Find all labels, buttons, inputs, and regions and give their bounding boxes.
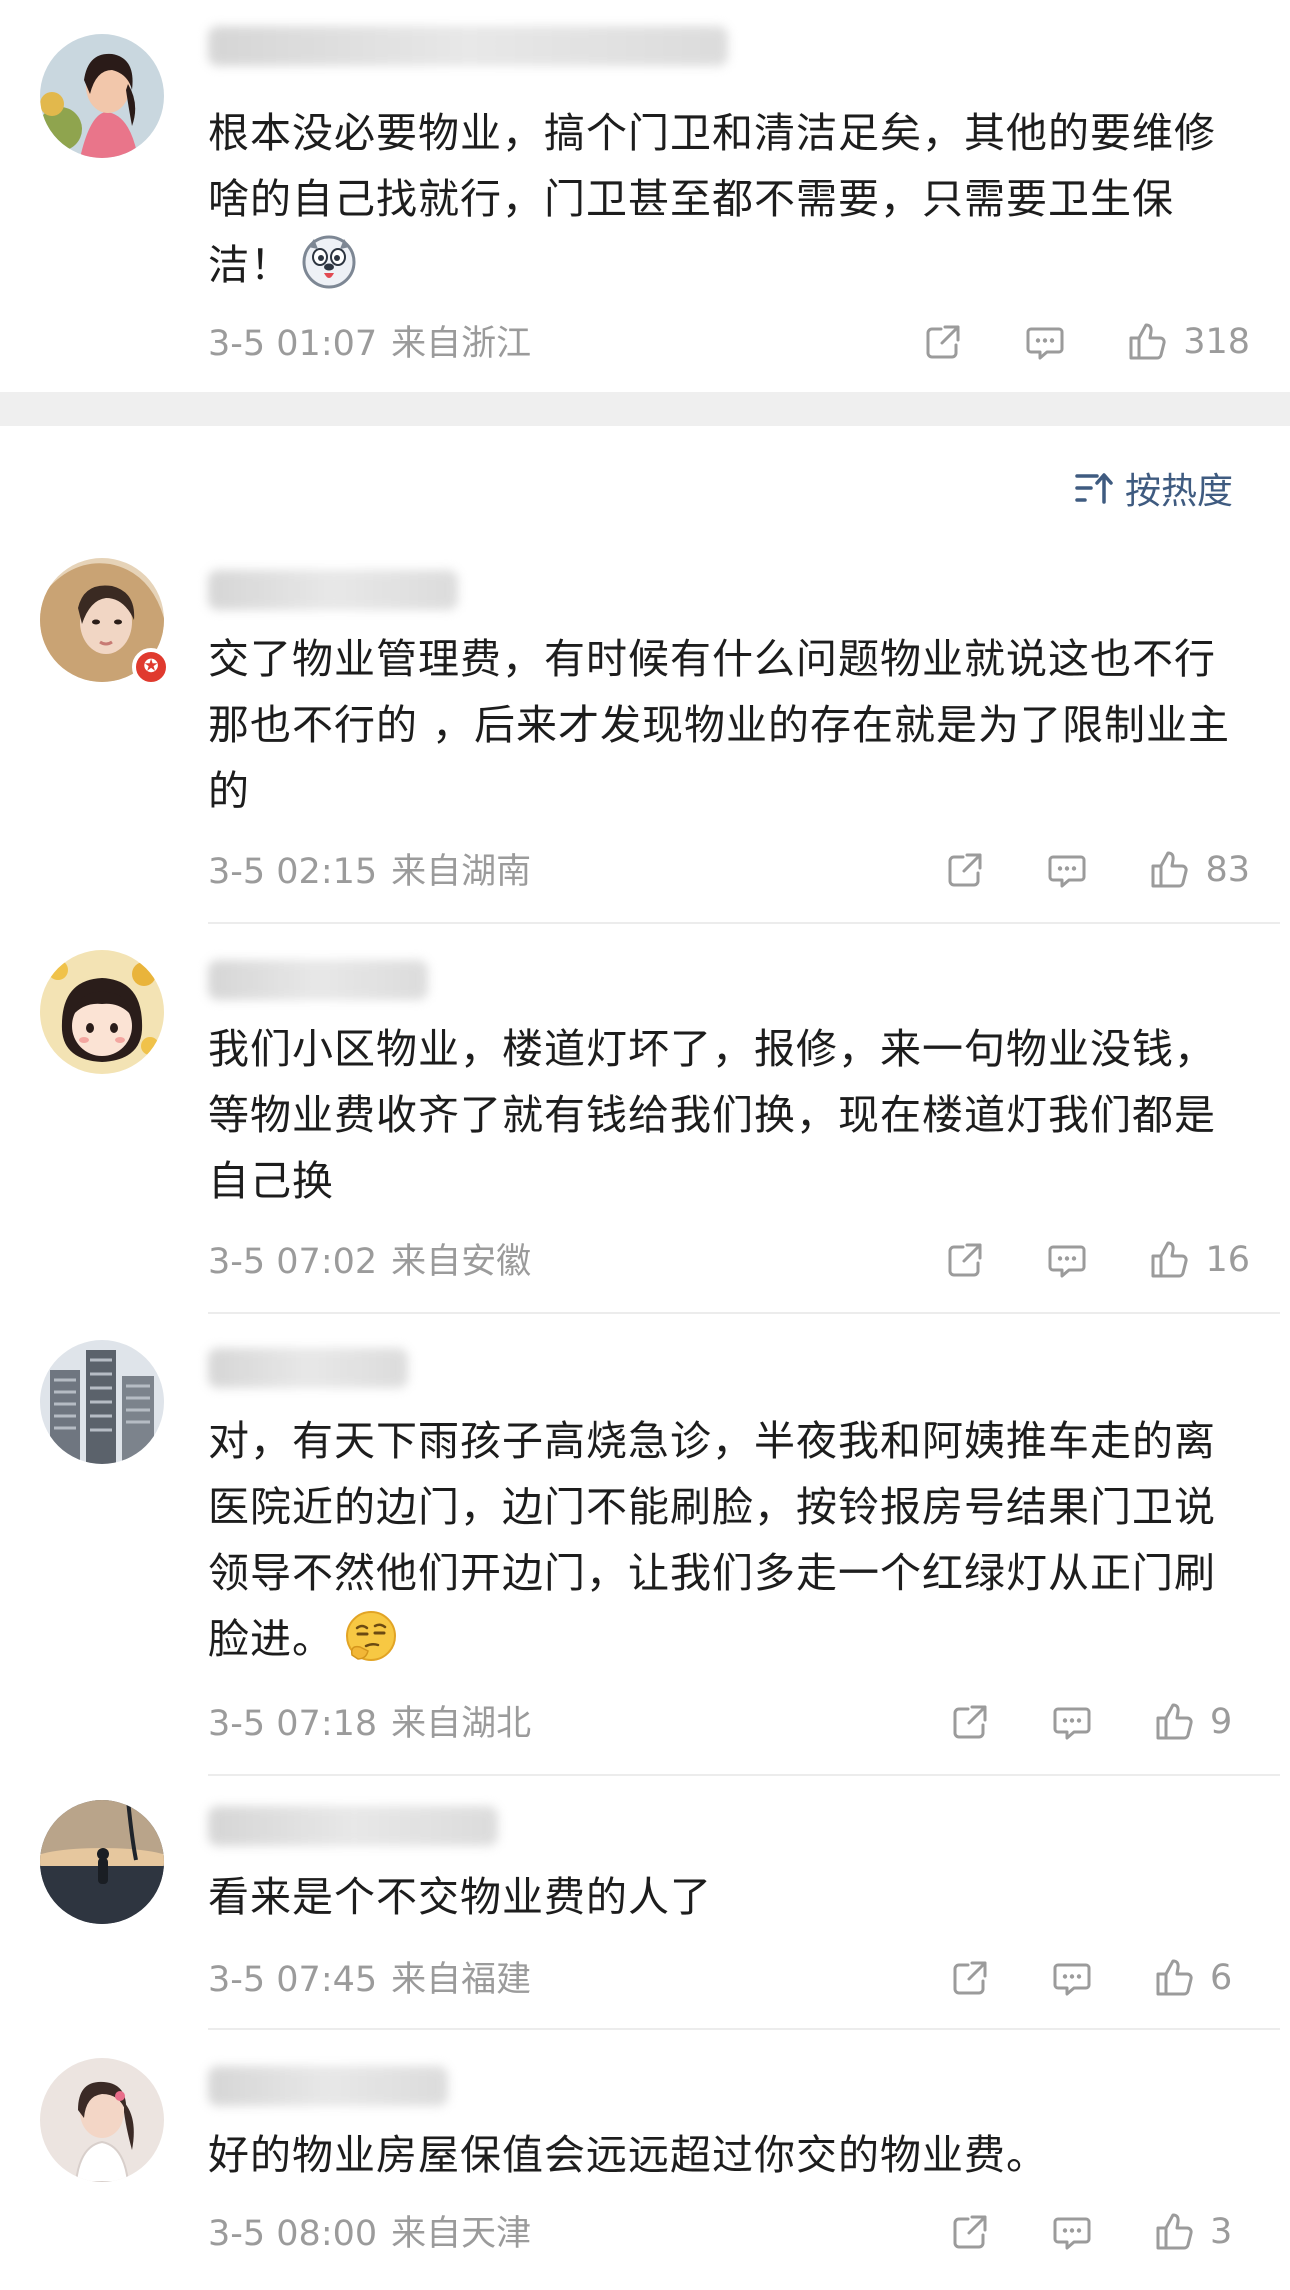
thumbs-up-icon[interactable] (1147, 1238, 1191, 1282)
comment-date: 3-5 01:07 (208, 324, 378, 364)
section-separator (0, 392, 1290, 426)
username-blurred[interactable] (208, 26, 728, 66)
thumbs-up-icon[interactable] (1152, 1956, 1196, 2000)
comment-actions: 6 (948, 1954, 1250, 2002)
comment-meta: 3-5 07:45 来自福建 (208, 1958, 531, 2002)
comment-location: 来自浙江 (391, 324, 532, 364)
comment-date: 3-5 07:18 (208, 1704, 378, 1744)
thumbs-up-icon[interactable] (1152, 1700, 1196, 1744)
comment-location: 来自天津 (391, 2214, 532, 2254)
sort-icon (1075, 473, 1113, 504)
comment-text: 根本没必要物业，搞个门卫和清洁足矣，其他的要维修啥的自己找就行，门卫甚至都不需要… (208, 100, 1248, 298)
thinking-face-emoji (344, 1609, 398, 1663)
comment-date: 3-5 02:15 (208, 852, 378, 892)
like-count: 9 (1210, 1702, 1233, 1742)
comment-icon[interactable] (1045, 1238, 1089, 1282)
username-blurred[interactable] (208, 1806, 498, 1846)
avatar[interactable] (40, 34, 164, 158)
avatar[interactable] (40, 1800, 164, 1924)
comment-icon[interactable] (1050, 1700, 1094, 1744)
comment-text: 好的物业房屋保值会远远超过你交的物业费。 (208, 2122, 1248, 2188)
comment-icon[interactable] (1050, 1956, 1094, 2000)
comment-actions: 3 (948, 2208, 1250, 2256)
thumbs-up-icon[interactable] (1125, 320, 1169, 364)
comment-location: 来自湖北 (391, 1704, 532, 1744)
comment-actions: 16 (943, 1236, 1250, 1284)
comment-icon[interactable] (1045, 848, 1089, 892)
doge-face-emoji (302, 235, 356, 289)
comment-text-content: 根本没必要物业，搞个门卫和清洁足矣，其他的要维修啥的自己找就行，门卫甚至都不需要… (208, 109, 1216, 289)
comment-location: 来自安徽 (391, 1242, 532, 1282)
like-count: 83 (1205, 850, 1250, 890)
sort-label: 按热度 (1124, 471, 1233, 512)
share-icon[interactable] (948, 2210, 992, 2254)
comment-meta: 3-5 07:18 来自湖北 (208, 1702, 531, 1746)
comment-text-content: 我们小区物业，楼道灯坏了，报修，来一句物业没钱，等物业费收齐了就有钱给我们换，现… (208, 1025, 1216, 1205)
comment-feed: 根本没必要物业，搞个门卫和清洁足矣，其他的要维修啥的自己找就行，门卫甚至都不需要… (0, 0, 1290, 2290)
comment-text: 交了物业管理费，有时候有什么问题物业就说这也不行那也不行的 ，后来才发现物业的存… (208, 626, 1248, 824)
avatar[interactable] (40, 1340, 164, 1464)
comment-item: 根本没必要物业，搞个门卫和清洁足矣，其他的要维修啥的自己找就行，门卫甚至都不需要… (0, 0, 1290, 392)
comment-actions: 83 (943, 846, 1250, 894)
share-icon[interactable] (948, 1956, 992, 2000)
comment-date: 3-5 08:00 (208, 2214, 378, 2254)
thumbs-up-icon[interactable] (1147, 848, 1191, 892)
comment-date: 3-5 07:45 (208, 1960, 378, 2000)
divider (208, 2028, 1280, 2030)
share-icon[interactable] (948, 1700, 992, 1744)
comment-text-content: 交了物业管理费，有时候有什么问题物业就说这也不行那也不行的 ，后来才发现物业的存… (208, 635, 1231, 815)
divider (208, 1774, 1280, 1776)
avatar[interactable] (40, 950, 164, 1074)
sort-button[interactable]: 按热度 (1073, 464, 1233, 512)
comment-location: 来自福建 (391, 1960, 532, 2000)
comment-actions: 9 (948, 1698, 1250, 1746)
comment-text-content: 好的物业房屋保值会远远超过你交的物业费。 (208, 2131, 1048, 2179)
share-icon[interactable] (943, 848, 987, 892)
like-count: 6 (1210, 1958, 1233, 1998)
comment-text: 我们小区物业，楼道灯坏了，报修，来一句物业没钱，等物业费收齐了就有钱给我们换，现… (208, 1016, 1248, 1214)
comment-meta: 3-5 07:02 来自安徽 (208, 1240, 531, 1284)
divider (208, 922, 1280, 924)
share-icon[interactable] (921, 320, 965, 364)
comment-location: 来自湖南 (391, 852, 532, 892)
comment-text-content: 看来是个不交物业费的人了 (208, 1873, 712, 1921)
comment-meta: 3-5 08:00 来自天津 (208, 2212, 531, 2256)
share-icon[interactable] (943, 1238, 987, 1282)
avatar[interactable] (40, 2058, 164, 2182)
comment-meta: 3-5 02:15 来自湖南 (208, 850, 531, 894)
comment-actions: 318 (921, 318, 1250, 366)
like-count: 3 (1210, 2212, 1233, 2252)
username-blurred[interactable] (208, 960, 428, 1000)
thumbs-up-icon[interactable] (1152, 2210, 1196, 2254)
like-count: 16 (1205, 1240, 1250, 1280)
username-blurred[interactable] (208, 1348, 408, 1388)
like-count: 318 (1183, 322, 1250, 362)
verified-badge: ✪ (132, 648, 170, 686)
username-blurred[interactable] (208, 570, 458, 610)
username-blurred[interactable] (208, 2066, 448, 2106)
comment-icon[interactable] (1023, 320, 1067, 364)
comment-icon[interactable] (1050, 2210, 1094, 2254)
comment-text: 对，有天下雨孩子高烧急诊，半夜我和阿姨推车走的离医院近的边门，边门不能刷脸，按铃… (208, 1408, 1248, 1672)
comment-text: 看来是个不交物业费的人了 (208, 1864, 1248, 1930)
comment-meta: 3-5 01:07 来自浙江 (208, 322, 531, 366)
comment-date: 3-5 07:02 (208, 1242, 378, 1282)
divider (208, 1312, 1280, 1314)
